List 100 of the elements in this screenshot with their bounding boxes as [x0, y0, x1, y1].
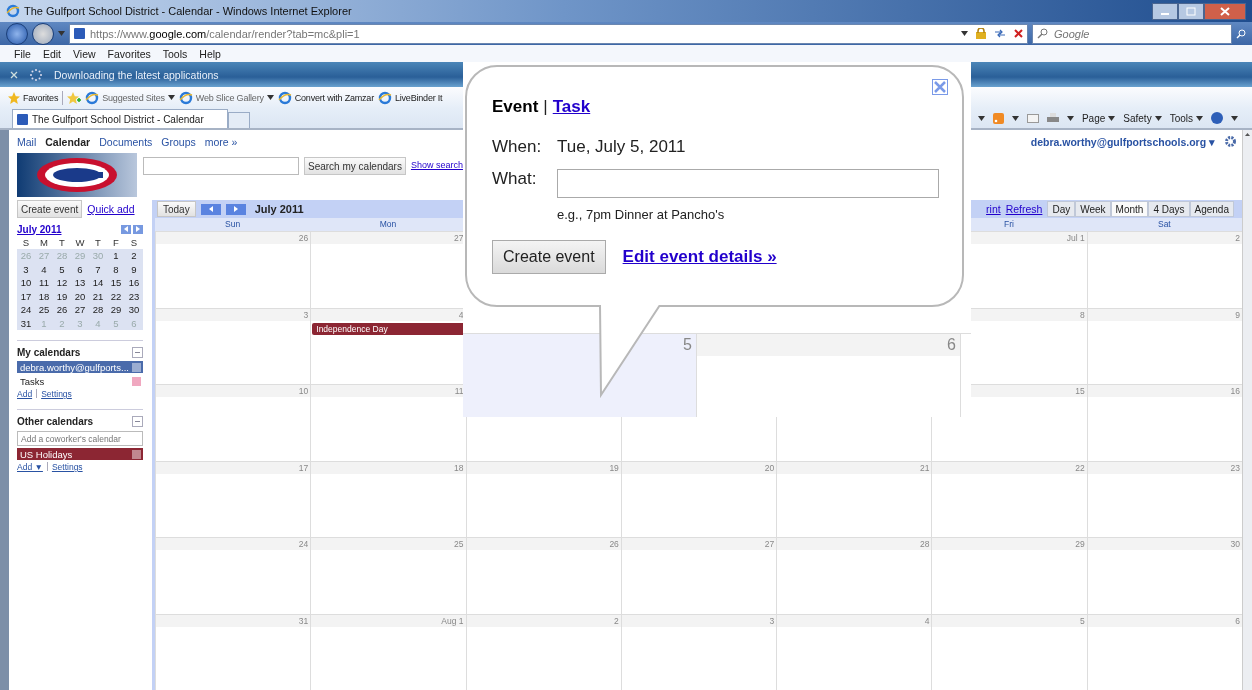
mini-calendar-day[interactable]: 10 — [17, 276, 35, 290]
mini-calendar-day[interactable]: 15 — [107, 276, 125, 290]
calendar-item[interactable]: debra.worthy@gulfports... — [17, 361, 143, 373]
add-link[interactable]: Add — [17, 389, 33, 399]
search-icon[interactable] — [1236, 28, 1246, 39]
search-input[interactable]: Google — [1052, 26, 1196, 41]
mini-calendar-day[interactable]: 28 — [89, 303, 107, 317]
calendar-item[interactable]: Tasks — [17, 375, 143, 387]
mini-calendar-day[interactable]: 16 — [125, 276, 143, 290]
mini-calendar-day[interactable]: 1 — [107, 249, 125, 263]
lock-icon — [976, 28, 986, 39]
close-icon[interactable] — [932, 79, 948, 95]
mini-calendar-day[interactable]: 29 — [107, 303, 125, 317]
calendar-event[interactable]: Independence Day — [312, 322, 465, 335]
what-field[interactable] — [557, 169, 939, 198]
create-event-button[interactable]: Create event — [492, 240, 606, 274]
forward-button[interactable] — [32, 22, 54, 45]
refresh-icon[interactable] — [994, 29, 1006, 38]
address-field[interactable]: https://www.google.com/calendar/render?tab=mc&pli=1 — [69, 23, 1028, 44]
create-event-button[interactable]: Create event — [17, 200, 83, 218]
add-favorite-icon[interactable] — [67, 91, 82, 104]
search-field[interactable] — [143, 157, 299, 175]
app-nav-link[interactable]: Calendar — [45, 135, 91, 148]
account-menu[interactable]: debra.worthy@gulfportschools.org ▾ — [1030, 135, 1215, 148]
favorites-link[interactable]: LiveBinder It — [377, 90, 443, 105]
quick-add-link[interactable]: Quick add — [87, 203, 135, 215]
favorites-link[interactable]: Convert with Zamzar — [277, 90, 374, 105]
mini-calendar-day[interactable]: 27 — [71, 303, 89, 317]
settings-link[interactable]: Settings — [51, 462, 83, 472]
color-menu-icon[interactable] — [132, 449, 141, 459]
menu-item[interactable]: Tools — [162, 47, 188, 60]
back-button[interactable] — [6, 22, 28, 45]
menu-item[interactable]: Favorites — [107, 47, 151, 60]
previous-button[interactable] — [200, 203, 221, 215]
collapse-icon[interactable] — [132, 346, 143, 358]
previous-month-button[interactable] — [121, 224, 131, 234]
mini-calendar-day[interactable]: 14 — [89, 276, 107, 290]
view-tab[interactable]: 4 Days — [1148, 201, 1190, 217]
weekday-header: Sat — [1086, 218, 1242, 231]
search-field[interactable]: Google — [1032, 23, 1232, 44]
command-menu[interactable]: Safety — [1123, 112, 1162, 124]
add-link[interactable]: Add ▼ — [17, 462, 43, 472]
settings-link[interactable]: Settings — [41, 389, 72, 399]
command-menu[interactable]: Tools — [1169, 112, 1203, 124]
add-calendar-field[interactable]: Add a coworker's calendar — [17, 431, 143, 446]
print-icon[interactable] — [1046, 112, 1059, 124]
next-month-button[interactable] — [133, 224, 143, 234]
app-nav-link[interactable]: Mail — [17, 135, 37, 148]
command-menu[interactable]: Page — [1081, 112, 1116, 124]
feed-icon[interactable] — [992, 112, 1004, 124]
popup-tab[interactable]: Event — [492, 97, 539, 117]
view-tab[interactable]: Day — [1047, 201, 1076, 217]
stop-icon[interactable] — [1014, 29, 1023, 38]
mini-calendar-day[interactable]: 13 — [71, 276, 89, 290]
help-icon[interactable] — [1211, 112, 1223, 124]
favorites-button[interactable]: Favorites — [8, 91, 59, 104]
restore-button[interactable] — [1178, 2, 1204, 20]
settings-icon[interactable] — [1225, 136, 1236, 147]
show-search-options-link[interactable]: Show search — [410, 157, 463, 170]
mini-calendar-day[interactable]: 11 — [35, 276, 53, 290]
caret-icon — [1011, 115, 1019, 121]
menu-item[interactable]: Help — [199, 47, 221, 60]
favorites-link[interactable]: Suggested Sites — [85, 90, 175, 105]
mini-calendar-day[interactable]: 25 — [35, 303, 53, 317]
browser-tab[interactable]: The Gulfport School District - Calendar — [12, 109, 228, 128]
mail-icon[interactable] — [1026, 113, 1039, 123]
edit-event-details-link[interactable]: Edit event details » — [622, 247, 777, 267]
today-button[interactable]: Today — [157, 201, 196, 217]
menu-item[interactable]: Edit — [42, 47, 61, 60]
day-number: 22 — [932, 461, 1087, 474]
scrollbar[interactable] — [1242, 130, 1252, 690]
menu-item[interactable]: File — [14, 47, 31, 60]
scroll-up-icon[interactable] — [1245, 133, 1250, 136]
view-tab[interactable]: Month — [1110, 201, 1149, 217]
day-number: 23 — [1087, 461, 1242, 474]
app-nav-link[interactable]: Groups — [161, 135, 196, 148]
minimize-button[interactable] — [1152, 2, 1178, 20]
next-button[interactable] — [225, 203, 246, 215]
view-tab[interactable]: Week — [1075, 201, 1111, 217]
app-nav-link[interactable]: Documents — [99, 135, 153, 148]
favorites-link[interactable]: Web Slice Gallery — [178, 90, 274, 105]
caret-icon — [1196, 115, 1203, 121]
toolbar-link[interactable]: Refresh — [1005, 203, 1043, 215]
new-tab-button[interactable] — [228, 112, 250, 128]
view-tab[interactable]: Agenda — [1189, 201, 1234, 217]
popup-tab[interactable]: Task — [552, 97, 591, 117]
mini-calendar-day[interactable]: 30 — [125, 303, 143, 317]
mini-calendar-day[interactable]: 12 — [53, 276, 71, 290]
mini-calendar-day[interactable]: 2 — [125, 249, 143, 263]
day-number: 4 — [777, 614, 932, 627]
search-button[interactable]: Search my calendars — [304, 157, 406, 175]
month-title-link[interactable]: July 2011 — [17, 223, 62, 235]
app-nav-link[interactable]: more » — [204, 135, 238, 148]
mini-calendar-day[interactable]: 26 — [53, 303, 71, 317]
calendar-item[interactable]: US Holidays — [17, 448, 143, 460]
toolbar-link[interactable]: rint — [986, 203, 1001, 215]
collapse-icon[interactable] — [132, 415, 143, 427]
menu-item[interactable]: View — [73, 47, 96, 60]
mini-calendar-day[interactable]: 24 — [17, 303, 35, 317]
close-button[interactable] — [1204, 2, 1246, 20]
